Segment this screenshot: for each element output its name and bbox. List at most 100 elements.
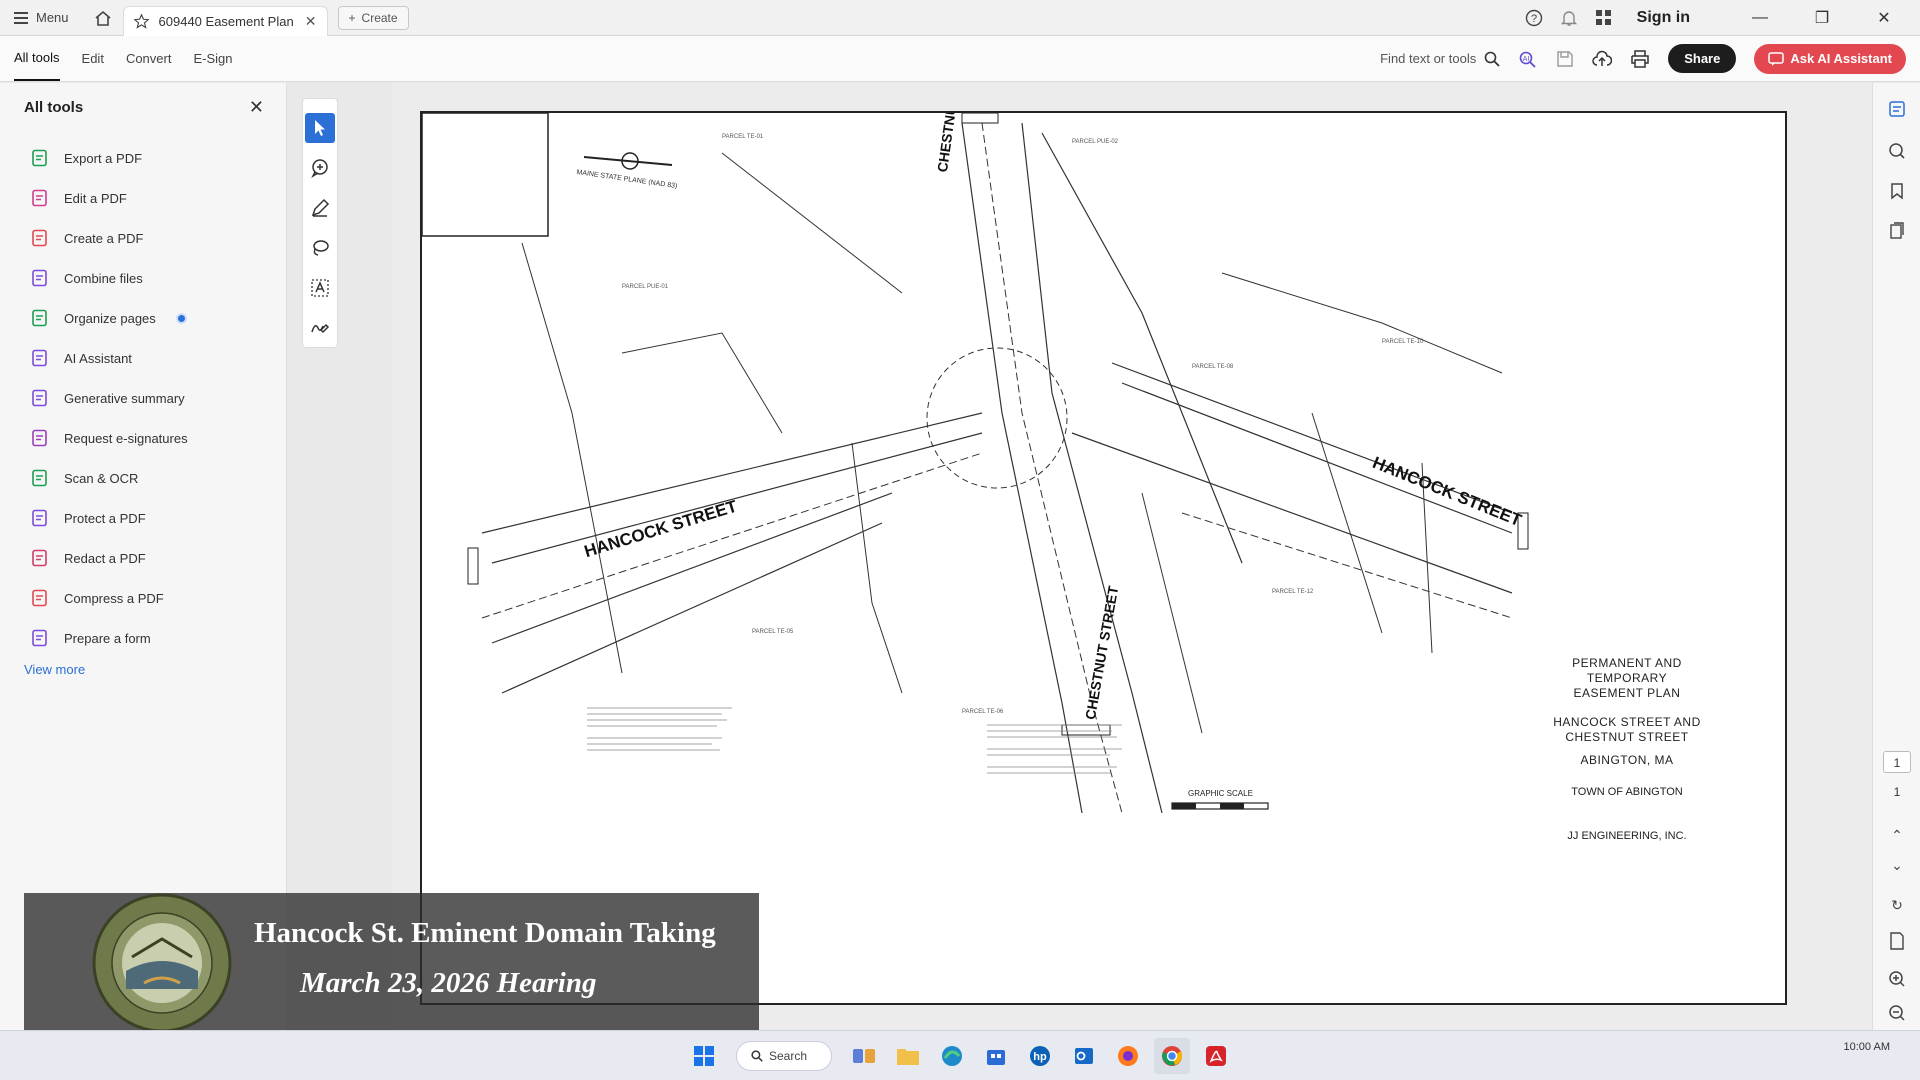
- cloud-upload-icon[interactable]: [1592, 50, 1613, 68]
- firefox-icon[interactable]: [1110, 1038, 1146, 1074]
- page-total: 1: [1893, 785, 1901, 799]
- tab-all-tools[interactable]: All tools: [14, 36, 60, 81]
- bookmark-icon[interactable]: [1885, 179, 1909, 203]
- tool-item-label: Generative summary: [64, 390, 185, 406]
- tool-item-label: Request e-signatures: [64, 430, 188, 446]
- minimize-button[interactable]: —: [1738, 9, 1782, 27]
- share-button[interactable]: Share: [1668, 44, 1737, 73]
- tool-item-edit-pdf[interactable]: Edit a PDF: [30, 178, 286, 218]
- restore-button[interactable]: ❐: [1800, 8, 1844, 28]
- search-panel-icon[interactable]: [1885, 139, 1909, 163]
- page-number-input[interactable]: 1: [1883, 751, 1911, 773]
- tool-item-label: Redact a PDF: [64, 550, 146, 566]
- ai-assistant-icon: [30, 348, 50, 368]
- svg-text:PARCEL TE-05: PARCEL TE-05: [752, 629, 794, 635]
- hp-app-icon[interactable]: hp: [1022, 1038, 1058, 1074]
- home-button[interactable]: [83, 0, 123, 35]
- bell-icon[interactable]: [1560, 9, 1577, 27]
- town-seal-logo: [88, 893, 236, 1033]
- outlook-icon[interactable]: [1066, 1038, 1102, 1074]
- easement-plan-page: PARCEL TE-01 PARCEL PUE-02 PARCEL PUE-01…: [420, 111, 1787, 1005]
- tool-item-request-esignatures[interactable]: Request e-signatures: [30, 418, 286, 458]
- add-comment-tool-button[interactable]: [305, 153, 335, 183]
- windows-start-icon[interactable]: [686, 1038, 722, 1074]
- acrobat-icon[interactable]: [1198, 1038, 1234, 1074]
- save-icon[interactable]: [1556, 50, 1574, 68]
- pages-thumbnail-icon[interactable]: [1885, 219, 1909, 243]
- redact-pdf-icon: [30, 548, 50, 568]
- zoom-out-icon[interactable]: [1885, 1001, 1909, 1025]
- plan-title-block: PERMANENT AND TEMPORARY EASEMENT PLAN HA…: [1532, 656, 1722, 844]
- highlight-tool-button[interactable]: [305, 193, 335, 223]
- taskbar-search[interactable]: Search: [736, 1040, 832, 1071]
- clock[interactable]: 10:00 AM: [1844, 1041, 1890, 1053]
- tool-item-ai-assistant[interactable]: AI Assistant: [30, 338, 286, 378]
- tool-item-combine-files[interactable]: Combine files: [30, 258, 286, 298]
- zoom-in-icon[interactable]: [1885, 967, 1909, 991]
- tool-item-create-pdf[interactable]: Create a PDF: [30, 218, 286, 258]
- view-more-link[interactable]: View more: [0, 662, 286, 677]
- toolbar-right: Find text or tools AI Share Ask AI Assis…: [1380, 43, 1920, 74]
- tool-item-prepare-form[interactable]: Prepare a form: [30, 618, 286, 658]
- tool-item-protect-pdf[interactable]: Protect a PDF: [30, 498, 286, 538]
- tool-item-generative-summary[interactable]: Generative summary: [30, 378, 286, 418]
- tool-item-redact-pdf[interactable]: Redact a PDF: [30, 538, 286, 578]
- titlebar-right: ? Sign in — ❐ ✕: [1525, 0, 1920, 35]
- tab-convert[interactable]: Convert: [126, 36, 172, 81]
- protect-pdf-icon: [30, 508, 50, 528]
- graphic-scale-label: GRAPHIC SCALE: [1188, 789, 1253, 798]
- edit-pdf-icon: [30, 188, 50, 208]
- tab-edit[interactable]: Edit: [82, 36, 104, 81]
- ask-ai-assistant-button[interactable]: Ask AI Assistant: [1754, 43, 1906, 74]
- svg-text:AI: AI: [1523, 56, 1530, 63]
- tool-item-organize-pages[interactable]: Organize pages: [30, 298, 286, 338]
- draw-tool-button[interactable]: [305, 233, 335, 263]
- sign-in-link[interactable]: Sign in: [1637, 9, 1690, 27]
- svg-text:PARCEL TE-08: PARCEL TE-08: [1192, 364, 1234, 370]
- lasso-icon: [313, 240, 329, 256]
- tool-item-compress-pdf[interactable]: Compress a PDF: [30, 578, 286, 618]
- tool-item-scan-ocr[interactable]: Scan & OCR: [30, 458, 286, 498]
- main-toolbar: All tools Edit Convert E-Sign Find text …: [0, 36, 1920, 82]
- ai-search-icon[interactable]: AI: [1518, 50, 1538, 68]
- document-viewer[interactable]: PARCEL TE-01 PARCEL PUE-02 PARCEL PUE-01…: [392, 83, 1872, 1030]
- find-text-tools[interactable]: Find text or tools: [1380, 51, 1500, 67]
- combine-files-icon: [30, 268, 50, 288]
- widgets-icon[interactable]: [846, 1038, 882, 1074]
- page-fit-icon[interactable]: [1885, 929, 1909, 953]
- chevron-down-icon[interactable]: ⌄: [1885, 853, 1909, 877]
- text-tool-button[interactable]: [305, 273, 335, 303]
- tool-list: Export a PDF Edit a PDF Create a PDF Combin…: [0, 138, 286, 658]
- close-panel-icon[interactable]: ✕: [249, 97, 264, 118]
- close-window-button[interactable]: ✕: [1862, 8, 1906, 28]
- comment-plus-icon: [311, 159, 328, 178]
- tool-item-label: Create a PDF: [64, 230, 144, 246]
- refresh-icon[interactable]: ↻: [1885, 893, 1909, 917]
- print-icon[interactable]: [1630, 49, 1650, 68]
- plus-icon: +: [348, 10, 356, 25]
- svg-text:hp: hp: [1033, 1051, 1047, 1063]
- plan-title-line1: PERMANENT AND TEMPORARY: [1572, 656, 1682, 685]
- plan-title-line4: CHESTNUT STREET: [1565, 730, 1689, 744]
- apps-grid-icon[interactable]: [1595, 9, 1613, 27]
- tool-item-label: Organize pages: [64, 310, 156, 326]
- edge-browser-icon[interactable]: [934, 1038, 970, 1074]
- comments-panel-icon[interactable]: [1885, 97, 1909, 121]
- star-icon[interactable]: [133, 13, 149, 29]
- menu-button[interactable]: Menu: [0, 0, 83, 35]
- chevron-up-icon[interactable]: ⌃: [1885, 823, 1909, 847]
- help-icon[interactable]: ?: [1525, 9, 1543, 27]
- tab-esign[interactable]: E-Sign: [193, 36, 232, 81]
- organize-pages-icon: [30, 308, 50, 328]
- document-tab[interactable]: 609440 Easement Plan ✕: [122, 5, 328, 36]
- create-button[interactable]: + Create: [337, 5, 409, 30]
- system-tray: 10:00 AM: [1844, 1041, 1890, 1053]
- select-tool-button[interactable]: [305, 113, 335, 143]
- signature-tool-button[interactable]: [305, 313, 335, 343]
- find-label: Find text or tools: [1380, 51, 1477, 66]
- store-icon[interactable]: [978, 1038, 1014, 1074]
- chrome-icon[interactable]: [1154, 1037, 1190, 1074]
- file-explorer-icon[interactable]: [890, 1038, 926, 1074]
- close-tab-icon[interactable]: ✕: [305, 13, 317, 30]
- tool-item-export-pdf[interactable]: Export a PDF: [30, 138, 286, 178]
